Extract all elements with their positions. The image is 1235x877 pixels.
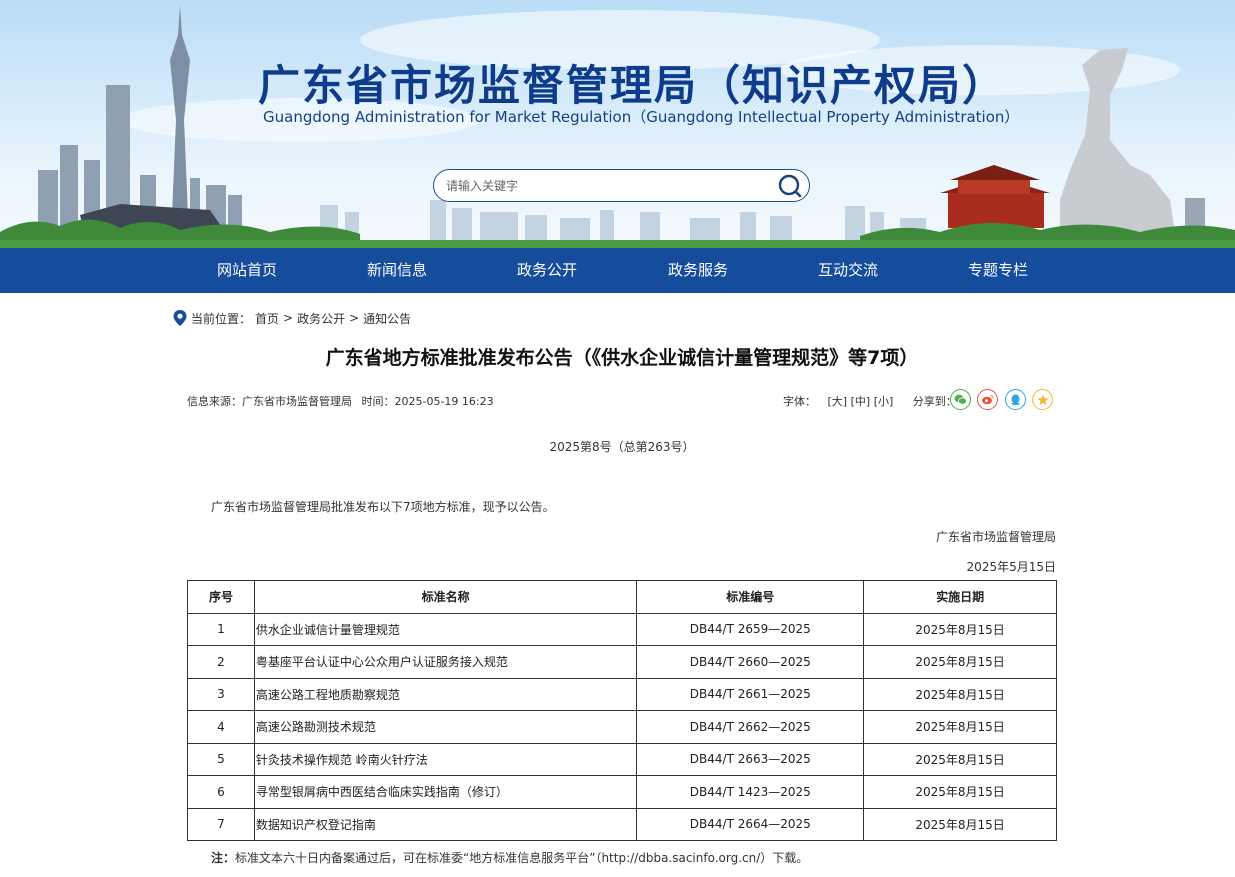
standards-table: 序号 标准名称 标准编号 实施日期 1 供水企业诚信计量管理规范 DB44/T … [187,580,1057,841]
nav-item-news[interactable]: 新闻信息 [342,248,452,293]
nav-item-interaction[interactable]: 互动交流 [793,248,903,293]
font-size-medium[interactable]: [中] [851,395,871,408]
standard-code: DB44/T 2660—2025 [636,645,865,679]
site-subtitle: Guangdong Administration for Market Regu… [263,108,1020,126]
column-header: 实施日期 [863,580,1057,614]
breadcrumb-prefix: 当前位置： [191,311,252,326]
effective-date: 2025年8月15日 [863,710,1057,744]
table-header-row: 序号 标准名称 标准编号 实施日期 [187,580,1057,614]
intro-paragraph: 广东省市场监督管理局批准发布以下7项地方标准，现予以公告。 [211,500,555,514]
effective-date: 2025年8月15日 [863,807,1057,841]
effective-date: 2025年8月15日 [863,612,1057,646]
time-value: 2025-05-19 16:23 [394,395,494,408]
table-row: 3 高速公路工程地质勘察规范 DB44/T 2661—2025 2025年8月1… [187,677,1057,711]
standard-name: 数据知识产权登记指南 [253,807,638,841]
font-size-small[interactable]: [小] [874,395,894,408]
search-input[interactable] [446,176,766,196]
font-size-label: 字体： [783,395,816,408]
standard-name: 寻常型银屑病中西医结合临床实践指南（修订） [253,775,638,809]
source-value: 广东省市场监督管理局 [242,395,352,408]
table-row: 4 高速公路勘测技术规范 DB44/T 2662—2025 2025年8月15日 [187,710,1057,744]
table-row: 7 数据知识产权登记指南 DB44/T 2664—2025 2025年8月15日 [187,807,1057,841]
standard-code: DB44/T 2663—2025 [636,742,865,776]
breadcrumb-public-affairs-link[interactable]: 政务公开 [297,310,345,327]
row-index: 1 [187,612,255,646]
effective-date: 2025年8月15日 [863,775,1057,809]
nav-item-public-affairs[interactable]: 政务公开 [492,248,602,293]
weibo-icon[interactable] [977,389,998,410]
row-index: 2 [187,645,255,679]
row-index: 4 [187,710,255,744]
font-size-controls: 字体： [大] [中] [小] 分享到： [783,393,957,409]
breadcrumb: 当前位置： 首页 > 政务公开 > 通知公告 [172,308,411,328]
standard-name: 高速公路勘测技术规范 [253,710,638,744]
standard-code: DB44/T 1423—2025 [636,775,865,809]
breadcrumb-notices-link[interactable]: 通知公告 [363,310,411,327]
standard-code: DB44/T 2662—2025 [636,710,865,744]
table-row: 1 供水企业诚信计量管理规范 DB44/T 2659—2025 2025年8月1… [187,612,1057,646]
breadcrumb-separator: > [349,311,360,325]
download-note: 注：标准文本六十日内备案通过后，可在标准委“地方标准信息服务平台”（http:/… [211,849,808,866]
breadcrumb-separator: > [283,311,294,325]
column-header: 标准名称 [253,580,638,614]
nav-item-home[interactable]: 网站首页 [192,248,302,293]
sign-date: 2025年5月15日 [966,560,1056,574]
font-size-large[interactable]: [大] [828,395,848,408]
standard-code: DB44/T 2664—2025 [636,807,865,841]
effective-date: 2025年8月15日 [863,742,1057,776]
wechat-icon[interactable] [950,389,971,410]
nav-item-topics[interactable]: 专题专栏 [943,248,1053,293]
qq-icon[interactable] [1005,389,1026,410]
standard-name: 粤基座平台认证中心公众用户认证服务接入规范 [253,645,638,679]
location-pin-icon [172,309,188,327]
row-index: 3 [187,677,255,711]
column-header: 标准编号 [636,580,865,614]
standard-code: DB44/T 2661—2025 [636,677,865,711]
row-index: 7 [187,807,255,841]
site-title: 广东省市场监督管理局（知识产权局） [258,61,1007,110]
main-nav: 网站首页 新闻信息 政务公开 政务服务 互动交流 专题专栏 [0,248,1235,293]
standard-name: 针灸技术操作规范 岭南火针疗法 [253,742,638,776]
article-title: 广东省地方标准批准发布公告（《供水企业诚信计量管理规范》等7项） [325,347,919,369]
standard-code: DB44/T 2659—2025 [636,612,865,646]
qzone-icon[interactable] [1032,389,1053,410]
standard-name: 高速公路工程地质勘察规范 [253,677,638,711]
signer: 广东省市场监督管理局 [935,530,1056,544]
row-index: 6 [187,775,255,809]
article-meta: 信息来源：广东省市场监督管理局 时间：2025-05-19 16:23 [187,393,494,409]
table-row: 5 针灸技术操作规范 岭南火针疗法 DB44/T 2663—2025 2025年… [187,742,1057,776]
effective-date: 2025年8月15日 [863,645,1057,679]
note-label: 注： [211,851,236,865]
breadcrumb-home-link[interactable]: 首页 [255,310,279,327]
row-index: 5 [187,742,255,776]
search-icon[interactable] [778,174,802,198]
effective-date: 2025年8月15日 [863,677,1057,711]
column-header: 序号 [187,580,255,614]
source-label: 信息来源： [187,395,242,408]
table-row: 2 粤基座平台认证中心公众用户认证服务接入规范 DB44/T 2660—2025… [187,645,1057,679]
search-box [433,169,810,202]
time-label: 时间： [361,395,395,408]
table-row: 6 寻常型银屑病中西医结合临床实践指南（修订） DB44/T 1423—2025… [187,775,1057,809]
header-banner: 广东省市场监督管理局（知识产权局） Guangdong Administrati… [0,0,1235,248]
note-text: 标准文本六十日内备案通过后，可在标准委“地方标准信息服务平台”（http://d… [235,851,809,865]
issue-number: 2025第8号（总第263号） [549,440,695,454]
nav-item-services[interactable]: 政务服务 [643,248,753,293]
standard-name: 供水企业诚信计量管理规范 [253,612,638,646]
